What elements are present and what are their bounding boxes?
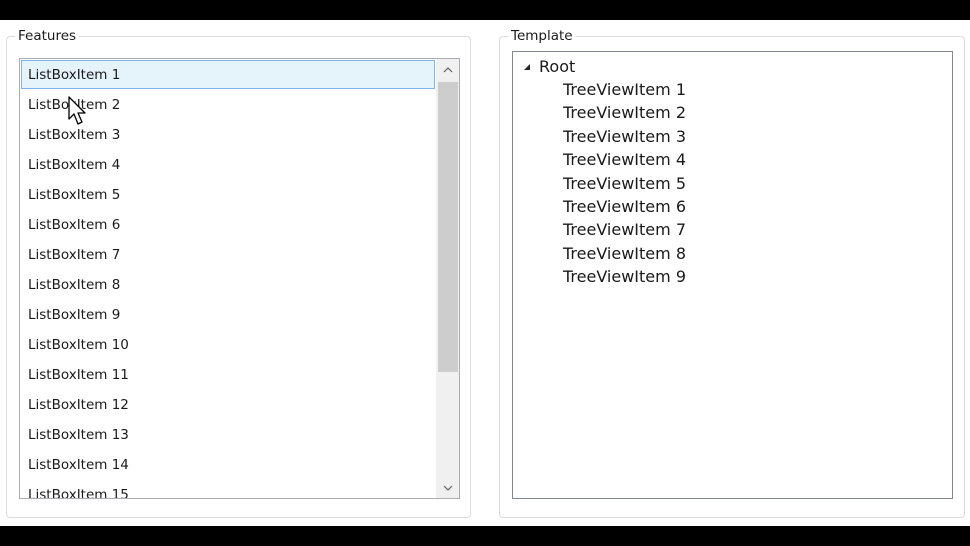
tree-view-item[interactable]: TreeViewItem 9: [563, 266, 686, 288]
scroll-thumb[interactable]: [438, 82, 458, 372]
app-window: Features ListBoxItem 1 ListBoxItem 2 ListB…: [0, 20, 970, 526]
list-item[interactable]: ListBoxItem 14: [21, 450, 435, 479]
features-listbox[interactable]: ListBoxItem 1 ListBoxItem 2 ListBoxItem 3L…: [19, 58, 460, 499]
features-header: Features: [15, 28, 80, 44]
template-treeview[interactable]: Root TreeViewItem 1 TreeViewItem 2 TreeVie…: [512, 51, 953, 499]
features-groupbox: Features ListBoxItem 1 ListBoxItem 2 ListB…: [6, 28, 471, 518]
list-item[interactable]: ListBoxItem 7: [21, 240, 435, 269]
tree-view-item[interactable]: TreeViewItem 3: [563, 126, 686, 148]
tree-view-item[interactable]: TreeViewItem 2: [563, 102, 686, 124]
list-item[interactable]: ListBoxItem 9: [21, 300, 435, 329]
list-item[interactable]: ListBoxItem 2: [21, 90, 435, 119]
tree-view-item[interactable]: TreeViewItem 6: [563, 196, 686, 218]
list-item[interactable]: ListBoxItem 8: [21, 270, 435, 299]
list-item[interactable]: ListBoxItem 1: [21, 60, 435, 89]
template-groupbox: Template Root TreeViewItem 1 TreeViewItem…: [499, 28, 965, 518]
list-item[interactable]: ListBoxItem 5: [21, 180, 435, 209]
template-header: Template: [508, 28, 576, 44]
list-item[interactable]: ListBoxItem 12: [21, 390, 435, 419]
listbox-items: ListBoxItem 1 ListBoxItem 2 ListBoxItem 3L…: [20, 59, 436, 498]
tree-root-item[interactable]: Root: [521, 56, 575, 78]
list-item[interactable]: ListBoxItem 10: [21, 330, 435, 359]
list-item[interactable]: ListBoxItem 11: [21, 360, 435, 389]
expanded-triangle-icon[interactable]: [521, 61, 533, 73]
scroll-up-button[interactable]: [437, 59, 459, 80]
tree-view-item[interactable]: TreeViewItem 4: [563, 149, 686, 171]
scroll-down-button[interactable]: [437, 477, 459, 498]
list-item[interactable]: ListBoxItem 3: [21, 120, 435, 149]
tree-view-item[interactable]: TreeViewItem 8: [563, 243, 686, 265]
tree-root-label: Root: [539, 57, 576, 76]
list-item[interactable]: ListBoxItem 15: [21, 480, 435, 498]
listbox-scrollbar[interactable]: [436, 59, 459, 498]
tree-view-item[interactable]: TreeViewItem 7: [563, 219, 686, 241]
tree-view-item[interactable]: TreeViewItem 5: [563, 173, 686, 195]
chevron-up-icon: [443, 66, 453, 72]
tree-view-item[interactable]: TreeViewItem 1: [563, 79, 686, 101]
list-item[interactable]: ListBoxItem 13: [21, 420, 435, 449]
list-item[interactable]: ListBoxItem 6: [21, 210, 435, 239]
list-item[interactable]: ListBoxItem 4: [21, 150, 435, 179]
chevron-down-icon: [443, 485, 453, 491]
